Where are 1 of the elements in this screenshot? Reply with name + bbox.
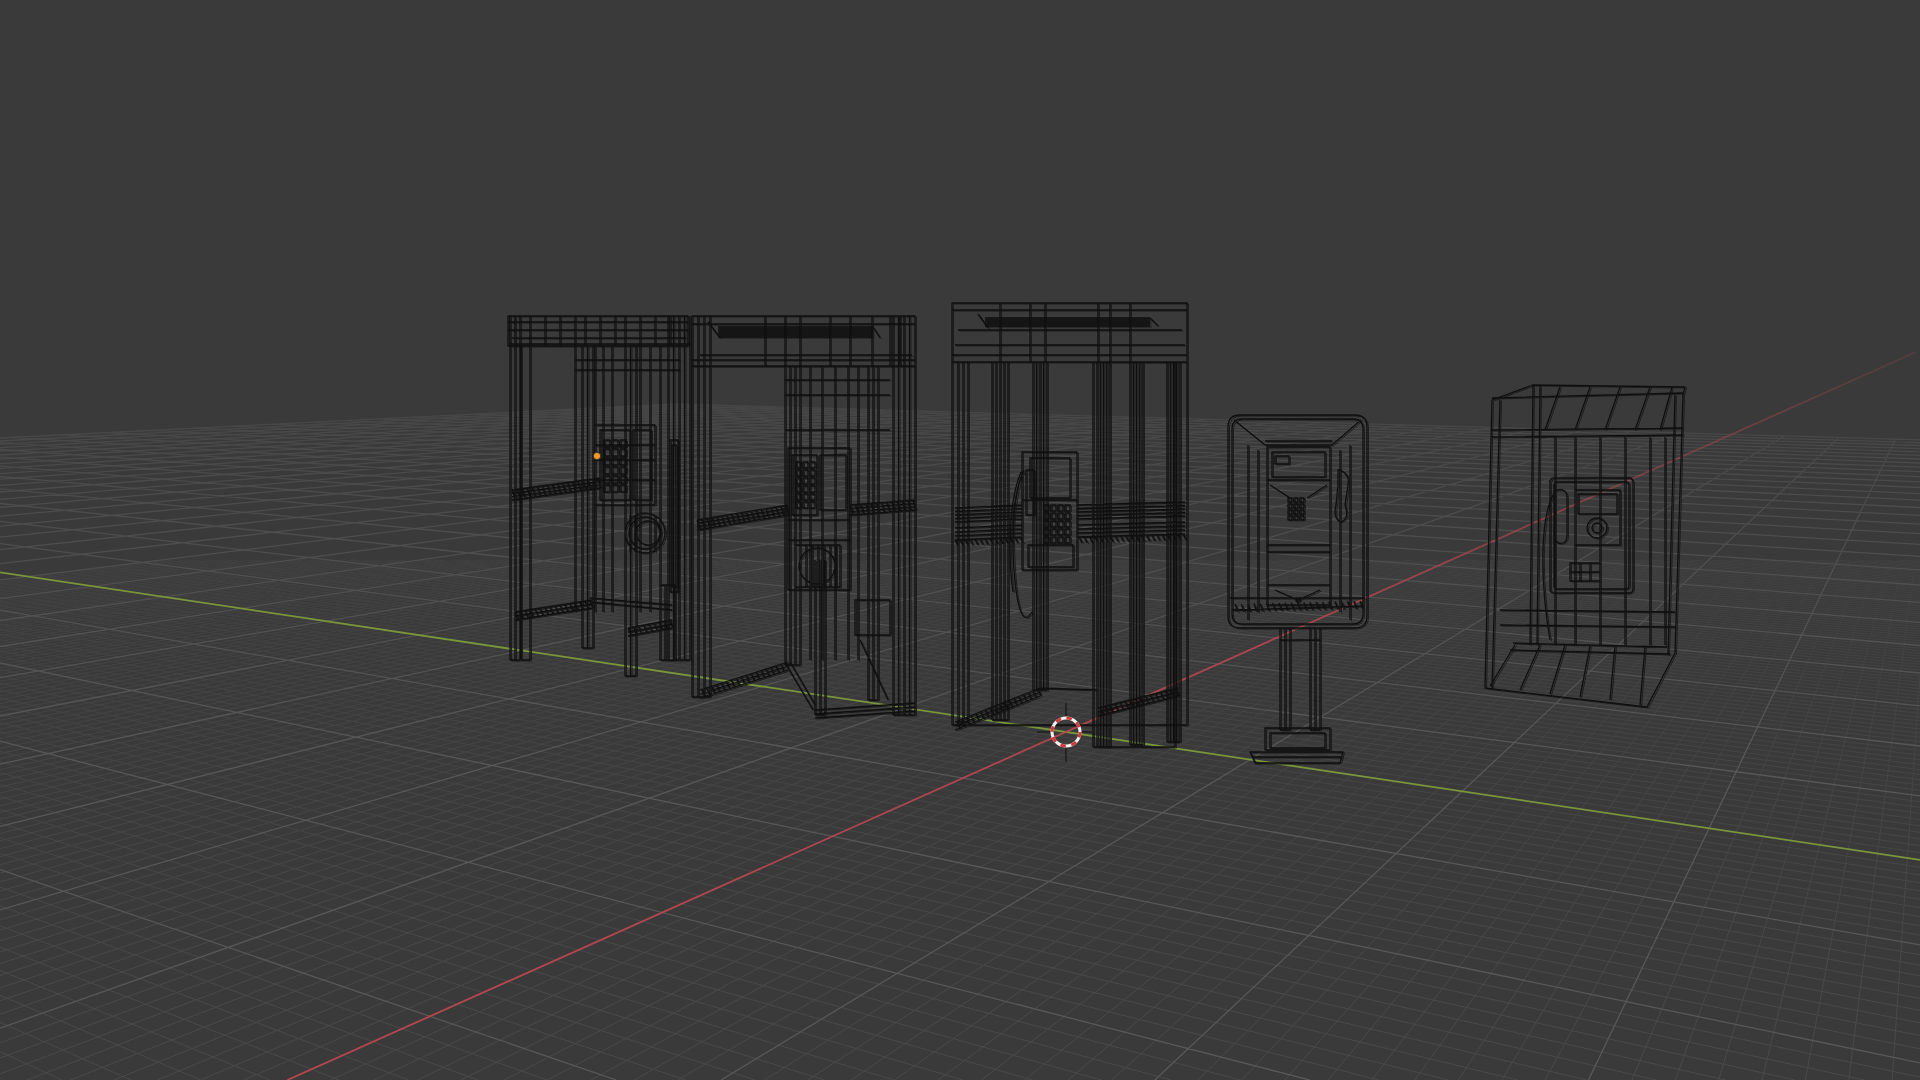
- origin-dot-icon: [593, 452, 601, 460]
